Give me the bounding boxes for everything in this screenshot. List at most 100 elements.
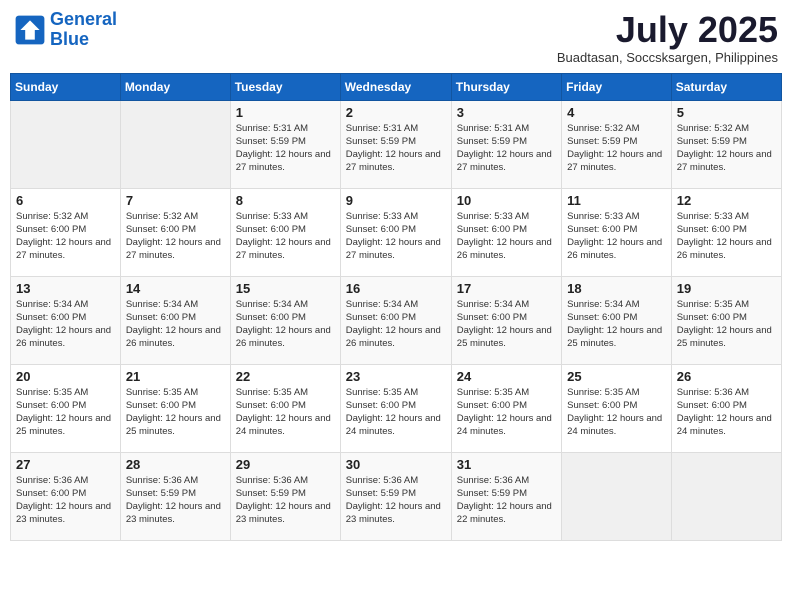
day-info: Sunrise: 5:34 AMSunset: 6:00 PMDaylight:… [126, 298, 225, 351]
calendar-cell: 1 Sunrise: 5:31 AMSunset: 5:59 PMDaylight… [230, 100, 340, 188]
day-info: Sunrise: 5:34 AMSunset: 6:00 PMDaylight:… [16, 298, 115, 351]
calendar-cell [671, 452, 781, 540]
calendar-cell: 30Sunrise: 5:36 AMSunset: 5:59 PMDayligh… [340, 452, 451, 540]
calendar-cell: 31 Sunrise: 5:36 AMSunset: 5:59 PMDayligh… [451, 452, 561, 540]
day-info: Sunrise: 5:34 AMSunset: 6:00 PMDaylight:… [346, 298, 446, 351]
calendar-cell: 16 Sunrise: 5:34 AMSunset: 6:00 PMDayligh… [340, 276, 451, 364]
day-number: 26 [677, 369, 776, 384]
calendar-cell: 20 Sunrise: 5:35 AMSunset: 6:00 PMDayligh… [11, 364, 121, 452]
day-number: 21 [126, 369, 225, 384]
calendar-cell: 5Sunrise: 5:32 AMSunset: 5:59 PMDaylight… [671, 100, 781, 188]
day-info: Sunrise: 5:33 AMSunset: 6:00 PMDaylight:… [567, 210, 666, 263]
day-number: 14 [126, 281, 225, 296]
location: Buadtasan, Soccsksargen, Philippines [557, 50, 778, 65]
weekday-header-monday: Monday [120, 73, 230, 100]
day-info: Sunrise: 5:33 AMSunset: 6:00 PMDaylight:… [677, 210, 776, 263]
calendar-cell [562, 452, 672, 540]
calendar-cell: 27 Sunrise: 5:36 AMSunset: 6:00 PMDayligh… [11, 452, 121, 540]
day-number: 2 [346, 105, 446, 120]
day-info: Sunrise: 5:34 AMSunset: 6:00 PMDaylight:… [457, 298, 556, 351]
calendar-cell [120, 100, 230, 188]
day-number: 12 [677, 193, 776, 208]
day-info: Sunrise: 5:35 AMSunset: 6:00 PMDaylight:… [236, 386, 335, 439]
logo: General Blue [14, 10, 117, 50]
day-info: Sunrise: 5:35 AMSunset: 6:00 PMDaylight:… [126, 386, 225, 439]
day-number: 10 [457, 193, 556, 208]
day-info: Sunrise: 5:35 AMSunset: 6:00 PMDaylight:… [346, 386, 446, 439]
calendar-cell: 12 Sunrise: 5:33 AMSunset: 6:00 PMDayligh… [671, 188, 781, 276]
day-info: Sunrise: 5:32 AMSunset: 5:59 PMDaylight:… [567, 122, 666, 175]
calendar-cell: 13 Sunrise: 5:34 AMSunset: 6:00 PMDayligh… [11, 276, 121, 364]
day-info: Sunrise: 5:31 AMSunset: 5:59 PMDaylight:… [457, 122, 556, 175]
day-number: 15 [236, 281, 335, 296]
calendar-cell: 22 Sunrise: 5:35 AMSunset: 6:00 PMDayligh… [230, 364, 340, 452]
calendar-week-2: 6 Sunrise: 5:32 AMSunset: 6:00 PMDaylight… [11, 188, 782, 276]
weekday-header-saturday: Saturday [671, 73, 781, 100]
day-info: Sunrise: 5:36 AMSunset: 6:00 PMDaylight:… [677, 386, 776, 439]
day-number: 6 [16, 193, 115, 208]
calendar-cell: 3 Sunrise: 5:31 AMSunset: 5:59 PMDaylight… [451, 100, 561, 188]
calendar-cell: 14 Sunrise: 5:34 AMSunset: 6:00 PMDayligh… [120, 276, 230, 364]
day-info: Sunrise: 5:36 AMSunset: 5:59 PMDaylight:… [126, 474, 225, 527]
calendar-cell [11, 100, 121, 188]
logo-icon [14, 14, 46, 46]
calendar-cell: 26 Sunrise: 5:36 AMSunset: 6:00 PMDayligh… [671, 364, 781, 452]
month-title: July 2025 [557, 10, 778, 50]
day-number: 29 [236, 457, 335, 472]
weekday-header-sunday: Sunday [11, 73, 121, 100]
day-number: 30 [346, 457, 446, 472]
day-info: Sunrise: 5:35 AMSunset: 6:00 PMDaylight:… [677, 298, 776, 351]
day-number: 27 [16, 457, 115, 472]
calendar-cell: 25 Sunrise: 5:35 AMSunset: 6:00 PMDayligh… [562, 364, 672, 452]
weekday-header-row: SundayMondayTuesdayWednesdayThursdayFrid… [11, 73, 782, 100]
calendar-cell: 15 Sunrise: 5:34 AMSunset: 6:00 PMDayligh… [230, 276, 340, 364]
day-number: 8 [236, 193, 335, 208]
calendar-cell: 28Sunrise: 5:36 AMSunset: 5:59 PMDayligh… [120, 452, 230, 540]
day-info: Sunrise: 5:31 AMSunset: 5:59 PMDaylight:… [346, 122, 446, 175]
day-number: 17 [457, 281, 556, 296]
calendar-cell: 19 Sunrise: 5:35 AMSunset: 6:00 PMDayligh… [671, 276, 781, 364]
day-info: Sunrise: 5:32 AMSunset: 6:00 PMDaylight:… [16, 210, 115, 263]
day-number: 11 [567, 193, 666, 208]
day-info: Sunrise: 5:36 AMSunset: 5:59 PMDaylight:… [457, 474, 556, 527]
day-number: 24 [457, 369, 556, 384]
logo-text: General Blue [50, 10, 117, 50]
calendar-cell: 21 Sunrise: 5:35 AMSunset: 6:00 PMDayligh… [120, 364, 230, 452]
day-number: 13 [16, 281, 115, 296]
weekday-header-tuesday: Tuesday [230, 73, 340, 100]
day-info: Sunrise: 5:35 AMSunset: 6:00 PMDaylight:… [567, 386, 666, 439]
weekday-header-wednesday: Wednesday [340, 73, 451, 100]
calendar-cell: 7Sunrise: 5:32 AMSunset: 6:00 PMDaylight… [120, 188, 230, 276]
day-info: Sunrise: 5:35 AMSunset: 6:00 PMDaylight:… [16, 386, 115, 439]
day-info: Sunrise: 5:33 AMSunset: 6:00 PMDaylight:… [346, 210, 446, 263]
day-number: 31 [457, 457, 556, 472]
calendar-cell: 29Sunrise: 5:36 AMSunset: 5:59 PMDayligh… [230, 452, 340, 540]
calendar-week-1: 1 Sunrise: 5:31 AMSunset: 5:59 PMDaylight… [11, 100, 782, 188]
day-number: 16 [346, 281, 446, 296]
calendar-week-4: 20 Sunrise: 5:35 AMSunset: 6:00 PMDayligh… [11, 364, 782, 452]
calendar-cell: 24 Sunrise: 5:35 AMSunset: 6:00 PMDayligh… [451, 364, 561, 452]
calendar-cell: 4Sunrise: 5:32 AMSunset: 5:59 PMDaylight… [562, 100, 672, 188]
day-info: Sunrise: 5:35 AMSunset: 6:00 PMDaylight:… [457, 386, 556, 439]
day-number: 3 [457, 105, 556, 120]
day-info: Sunrise: 5:32 AMSunset: 5:59 PMDaylight:… [677, 122, 776, 175]
day-number: 19 [677, 281, 776, 296]
calendar-week-3: 13 Sunrise: 5:34 AMSunset: 6:00 PMDayligh… [11, 276, 782, 364]
calendar-cell: 9Sunrise: 5:33 AMSunset: 6:00 PMDaylight… [340, 188, 451, 276]
day-number: 22 [236, 369, 335, 384]
day-info: Sunrise: 5:34 AMSunset: 6:00 PMDaylight:… [236, 298, 335, 351]
calendar-cell: 23Sunrise: 5:35 AMSunset: 6:00 PMDayligh… [340, 364, 451, 452]
day-number: 25 [567, 369, 666, 384]
page-header: General Blue July 2025 Buadtasan, Soccsk… [10, 10, 782, 65]
day-number: 18 [567, 281, 666, 296]
calendar-week-5: 27 Sunrise: 5:36 AMSunset: 6:00 PMDayligh… [11, 452, 782, 540]
calendar-cell: 18Sunrise: 5:34 AMSunset: 6:00 PMDayligh… [562, 276, 672, 364]
calendar-cell: 17 Sunrise: 5:34 AMSunset: 6:00 PMDayligh… [451, 276, 561, 364]
title-block: July 2025 Buadtasan, Soccsksargen, Phili… [557, 10, 778, 65]
calendar-cell: 10 Sunrise: 5:33 AMSunset: 6:00 PMDayligh… [451, 188, 561, 276]
day-number: 1 [236, 105, 335, 120]
day-info: Sunrise: 5:33 AMSunset: 6:00 PMDaylight:… [457, 210, 556, 263]
day-number: 20 [16, 369, 115, 384]
day-info: Sunrise: 5:36 AMSunset: 6:00 PMDaylight:… [16, 474, 115, 527]
day-info: Sunrise: 5:31 AMSunset: 5:59 PMDaylight:… [236, 122, 335, 175]
